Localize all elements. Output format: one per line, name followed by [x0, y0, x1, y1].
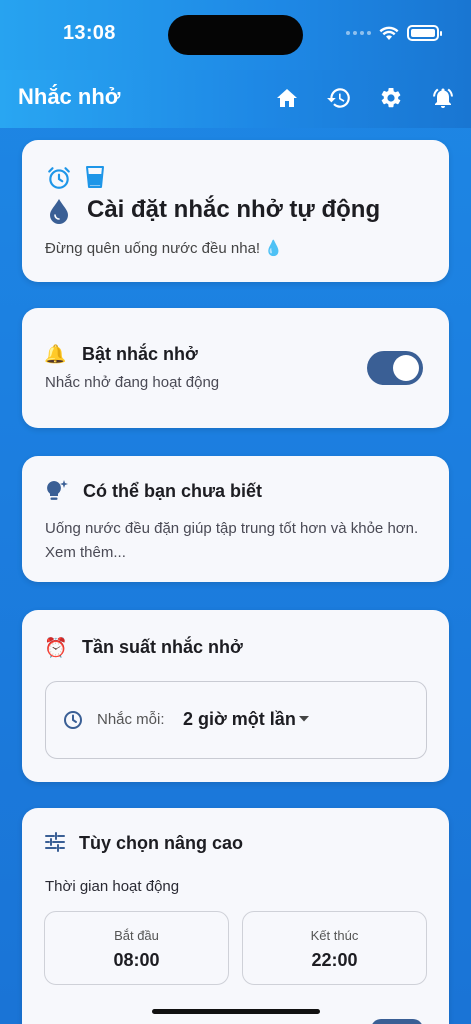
cellular-signal-icon	[346, 31, 371, 35]
reminder-title: Bật nhắc nhở	[82, 344, 198, 364]
end-time-box[interactable]: Kết thúc 22:00	[242, 911, 427, 985]
alarm-button[interactable]	[427, 82, 459, 114]
water-drop-icon	[50, 199, 68, 224]
end-time-label: Kết thúc	[310, 928, 359, 943]
history-icon	[327, 88, 350, 108]
app-bar: Nhắc nhở	[0, 70, 471, 128]
page-title: Cài đặt nhắc nhở tự động	[87, 196, 381, 223]
tip-body: Uống nước đều đặn giúp tập trung tốt hơn…	[45, 520, 419, 561]
start-time-box[interactable]: Bắt đầu 08:00	[44, 911, 229, 985]
history-button[interactable]	[323, 82, 355, 114]
alarm-bell-icon	[433, 88, 453, 108]
wifi-icon	[379, 26, 399, 40]
tip-title: Có thể bạn chưa biết	[83, 481, 263, 501]
toggle-knob	[393, 355, 419, 381]
partial-toggle[interactable]	[371, 1019, 423, 1024]
reminder-status: Nhắc nhở đang hoạt động	[45, 374, 220, 391]
header-subtitle: Đừng quên uống nước đều nha! 💧	[45, 240, 283, 257]
battery-icon	[407, 25, 442, 41]
app-title: Nhắc nhở	[18, 84, 121, 109]
home-icon	[277, 89, 297, 107]
dropdown-label: Nhắc mỗi:	[97, 711, 165, 728]
alarm-clock-icon	[48, 167, 70, 189]
status-bar: 13:08	[0, 0, 471, 70]
tune-sliders-icon	[45, 832, 65, 852]
reminder-toggle[interactable]	[367, 351, 423, 385]
advanced-title: Tùy chọn nâng cao	[79, 833, 244, 853]
dropdown-value: 2 giờ một lần	[183, 709, 296, 729]
status-icons	[346, 25, 442, 41]
end-time-value: 22:00	[311, 950, 358, 970]
dropdown-arrow-icon	[299, 716, 309, 722]
active-time-label: Thời gian hoạt động	[45, 878, 180, 895]
settings-icon	[381, 87, 401, 108]
bell-icon: 🔔	[44, 344, 67, 364]
frequency-title: Tần suất nhắc nhở	[82, 637, 243, 657]
app-actions	[271, 82, 459, 114]
dynamic-island	[168, 15, 303, 55]
alarm-clock-emoji-icon: ⏰	[44, 638, 68, 659]
home-button[interactable]	[271, 82, 303, 114]
settings-button[interactable]	[375, 82, 407, 114]
start-time-label: Bắt đầu	[114, 928, 159, 943]
home-indicator	[152, 1009, 320, 1014]
start-time-value: 08:00	[113, 950, 160, 970]
water-glass-icon	[86, 166, 104, 188]
lightbulb-sparkle-icon	[47, 480, 68, 500]
status-time: 13:08	[63, 22, 116, 44]
clock-icon	[64, 711, 82, 729]
